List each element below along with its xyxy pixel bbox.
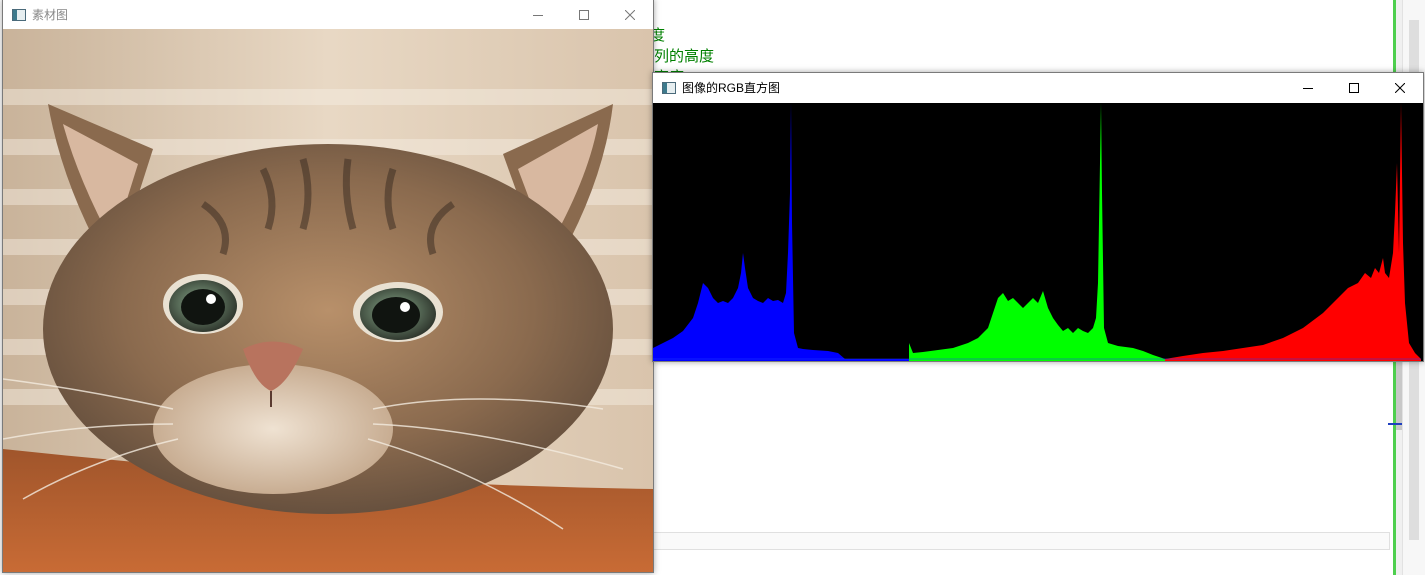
close-icon	[625, 9, 635, 20]
histogram-window[interactable]: 图像的RGB直方图	[652, 72, 1424, 362]
window-title: 图像的RGB直方图	[682, 81, 781, 95]
green-histogram	[909, 103, 1165, 361]
maximize-icon	[579, 9, 589, 20]
maximize-icon	[1349, 82, 1359, 93]
image-window[interactable]: 素材图	[2, 0, 654, 573]
minimize-button[interactable]	[1285, 73, 1331, 102]
maximize-button[interactable]	[1331, 73, 1377, 102]
close-icon	[1395, 82, 1405, 93]
title-bar[interactable]: 图像的RGB直方图	[653, 73, 1423, 102]
close-button[interactable]	[607, 0, 653, 29]
red-histogram	[1165, 103, 1421, 361]
minimize-icon	[1303, 87, 1313, 89]
maximize-button[interactable]	[561, 0, 607, 29]
horizontal-scrollbar[interactable]	[652, 532, 1390, 550]
close-button[interactable]	[1377, 73, 1423, 102]
app-icon	[12, 8, 26, 21]
code-line: 列的高度	[654, 47, 715, 65]
cat-image	[3, 29, 653, 572]
blue-histogram	[653, 103, 909, 361]
histogram-canvas	[653, 103, 1423, 361]
window-title: 素材图	[32, 8, 69, 22]
minimize-button[interactable]	[515, 0, 561, 29]
minimize-icon	[533, 14, 543, 16]
title-bar[interactable]: 素材图	[3, 0, 653, 29]
app-icon	[662, 81, 676, 94]
